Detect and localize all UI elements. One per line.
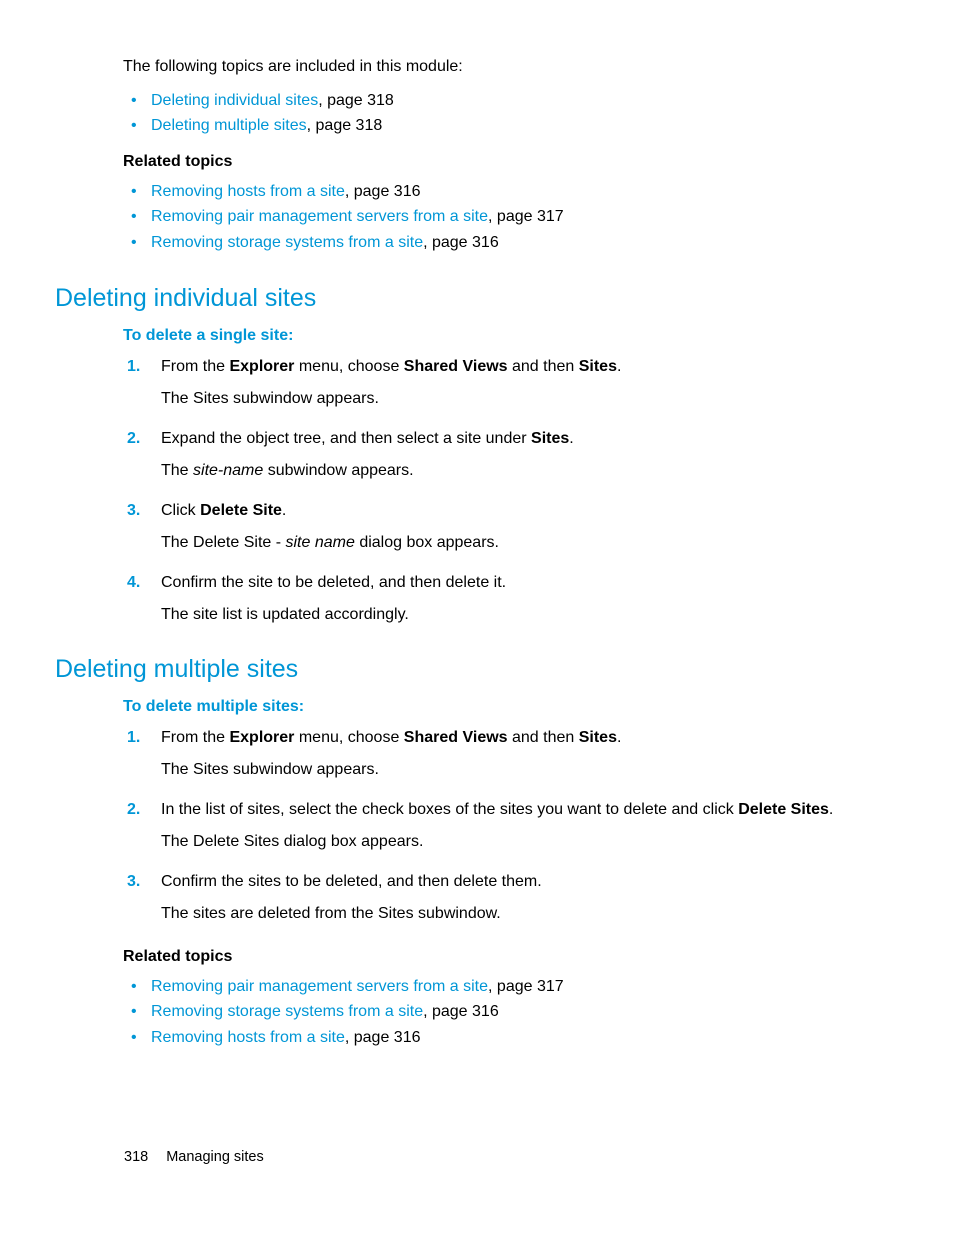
list-item: Removing hosts from a site, page 316 bbox=[151, 1025, 895, 1051]
step-main: Confirm the site to be deleted, and then… bbox=[161, 571, 895, 595]
step-note: The site list is updated accordingly. bbox=[161, 603, 895, 627]
step-main: Click Delete Site. bbox=[161, 499, 895, 523]
related-link[interactable]: Removing storage systems from a site bbox=[151, 234, 423, 251]
related-topics-heading: Related topics bbox=[123, 948, 895, 966]
intro-block: The following topics are included in thi… bbox=[123, 56, 895, 256]
list-item: Removing storage systems from a site, pa… bbox=[151, 230, 895, 256]
list-item: Removing pair management servers from a … bbox=[151, 974, 895, 1000]
related-link[interactable]: Removing pair management servers from a … bbox=[151, 978, 488, 995]
list-item: Removing storage systems from a site, pa… bbox=[151, 999, 895, 1025]
section-heading-deleting-individual: Deleting individual sites bbox=[55, 284, 895, 313]
step-note: The Delete Site - site name dialog box a… bbox=[161, 531, 895, 555]
footer-section: Managing sites bbox=[166, 1149, 264, 1165]
list-item: Deleting multiple sites, page 318 bbox=[151, 113, 895, 139]
section2-body: To delete multiple sites: From the Explo… bbox=[123, 698, 895, 1051]
step-item: Confirm the sites to be deleted, and the… bbox=[151, 870, 895, 926]
list-item: Removing pair management servers from a … bbox=[151, 204, 895, 230]
step-item: In the list of sites, select the check b… bbox=[151, 798, 895, 854]
procedure-heading: To delete multiple sites: bbox=[123, 698, 895, 716]
topic-suffix: , page 318 bbox=[318, 92, 394, 109]
list-item: Removing hosts from a site, page 316 bbox=[151, 179, 895, 205]
step-item: Click Delete Site. The Delete Site - sit… bbox=[151, 499, 895, 555]
related-suffix: , page 316 bbox=[423, 1003, 499, 1020]
step-note: The Sites subwindow appears. bbox=[161, 758, 895, 782]
list-item: Deleting individual sites, page 318 bbox=[151, 88, 895, 114]
step-item: Expand the object tree, and then select … bbox=[151, 427, 895, 483]
related-suffix: , page 316 bbox=[345, 183, 421, 200]
steps-list: From the Explorer menu, choose Shared Vi… bbox=[123, 355, 895, 627]
step-main: Expand the object tree, and then select … bbox=[161, 427, 895, 451]
related-topics-heading: Related topics bbox=[123, 153, 895, 171]
module-topics-list: Deleting individual sites, page 318 Dele… bbox=[123, 88, 895, 139]
step-note: The sites are deleted from the Sites sub… bbox=[161, 902, 895, 926]
step-note: The Sites subwindow appears. bbox=[161, 387, 895, 411]
steps-list: From the Explorer menu, choose Shared Vi… bbox=[123, 726, 895, 926]
related-topics-list: Removing hosts from a site, page 316 Rem… bbox=[123, 179, 895, 256]
page-number: 318 bbox=[124, 1149, 148, 1165]
step-main: From the Explorer menu, choose Shared Vi… bbox=[161, 355, 895, 379]
section-heading-deleting-multiple: Deleting multiple sites bbox=[55, 655, 895, 684]
page-footer: 318 Managing sites bbox=[124, 1149, 264, 1165]
related-suffix: , page 316 bbox=[423, 234, 499, 251]
related-link[interactable]: Removing hosts from a site bbox=[151, 1029, 345, 1046]
related-suffix: , page 316 bbox=[345, 1029, 421, 1046]
procedure-heading: To delete a single site: bbox=[123, 327, 895, 345]
intro-lead: The following topics are included in thi… bbox=[123, 56, 895, 78]
step-main: From the Explorer menu, choose Shared Vi… bbox=[161, 726, 895, 750]
step-main: In the list of sites, select the check b… bbox=[161, 798, 895, 822]
related-suffix: , page 317 bbox=[488, 978, 564, 995]
related-link[interactable]: Removing storage systems from a site bbox=[151, 1003, 423, 1020]
step-note: The Delete Sites dialog box appears. bbox=[161, 830, 895, 854]
step-main: Confirm the sites to be deleted, and the… bbox=[161, 870, 895, 894]
step-note: The site-name subwindow appears. bbox=[161, 459, 895, 483]
related-suffix: , page 317 bbox=[488, 208, 564, 225]
step-item: From the Explorer menu, choose Shared Vi… bbox=[151, 355, 895, 411]
topic-link[interactable]: Deleting individual sites bbox=[151, 92, 318, 109]
topic-link[interactable]: Deleting multiple sites bbox=[151, 117, 307, 134]
related-topics-list: Removing pair management servers from a … bbox=[123, 974, 895, 1051]
step-item: From the Explorer menu, choose Shared Vi… bbox=[151, 726, 895, 782]
step-item: Confirm the site to be deleted, and then… bbox=[151, 571, 895, 627]
topic-suffix: , page 318 bbox=[307, 117, 383, 134]
section1-body: To delete a single site: From the Explor… bbox=[123, 327, 895, 627]
related-link[interactable]: Removing hosts from a site bbox=[151, 183, 345, 200]
related-link[interactable]: Removing pair management servers from a … bbox=[151, 208, 488, 225]
